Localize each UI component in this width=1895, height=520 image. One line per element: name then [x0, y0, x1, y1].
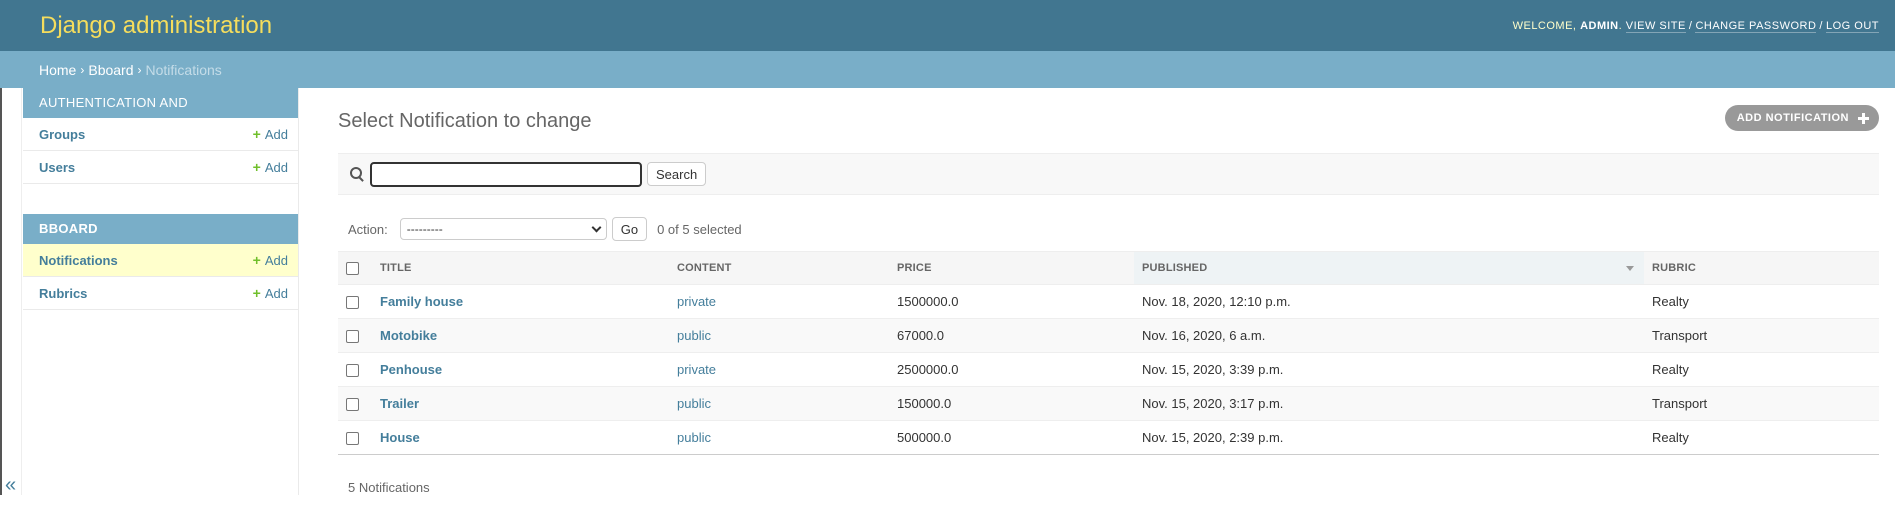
row-rubric: Realty — [1644, 420, 1879, 455]
sidebar-item-label[interactable]: Rubrics — [39, 286, 87, 301]
header: Django administration Welcome, admin. Vi… — [0, 0, 1895, 51]
select-all-header — [338, 251, 372, 285]
add-notification-link[interactable]: + Add — [253, 252, 288, 268]
nav-sidebar: Authentication and Authorization Groups … — [23, 88, 299, 495]
column-header-published[interactable]: Published — [1134, 251, 1644, 285]
row-title-link[interactable]: Motobike — [380, 328, 437, 343]
row-published: Nov. 15, 2020, 3:39 p.m. — [1134, 352, 1644, 387]
breadcrumb-home[interactable]: Home — [39, 62, 76, 78]
plus-icon — [1857, 112, 1869, 124]
search-icon — [350, 167, 364, 181]
welcome-text: Welcome, — [1512, 19, 1577, 32]
user-tools: Welcome, admin. View site / Change passwor… — [1512, 19, 1879, 33]
sidebar-item-label[interactable]: Notifications — [39, 253, 118, 268]
column-header-content[interactable]: Content — [669, 251, 889, 285]
row-content-link[interactable]: private — [677, 362, 716, 377]
row-price: 2500000.0 — [889, 352, 1134, 387]
row-content-link[interactable]: private — [677, 294, 716, 309]
sidebar-item-notifications: Notifications + Add — [23, 244, 298, 277]
table-row: Trailer public 150000.0 Nov. 15, 2020, 3… — [338, 386, 1879, 421]
breadcrumb: Home › Bboard › Notifications — [0, 51, 1895, 88]
search-input[interactable] — [370, 161, 642, 187]
row-checkbox[interactable] — [346, 296, 359, 310]
module-bboard: Bboard Notifications + Add Rubrics + Add — [23, 214, 298, 310]
sidebar-item-rubrics: Rubrics + Add — [23, 277, 298, 310]
row-published: Nov. 16, 2020, 6 a.m. — [1134, 318, 1644, 353]
plus-icon: + — [252, 159, 261, 175]
breadcrumb-current: Notifications — [145, 61, 222, 78]
search-button[interactable]: Search — [647, 162, 707, 186]
row-checkbox[interactable] — [346, 364, 359, 378]
view-site-link[interactable]: View site — [1625, 19, 1686, 33]
sort-desc-icon[interactable] — [1626, 266, 1634, 271]
row-checkbox[interactable] — [346, 432, 359, 446]
action-label: Action: — [348, 221, 388, 237]
plus-icon: + — [252, 285, 261, 301]
module-caption[interactable]: Authentication and Authorization — [23, 88, 298, 140]
site-brand[interactable]: Django administration — [40, 12, 272, 40]
main-content: Select Notification to change Add notifi… — [338, 88, 1879, 520]
row-published: Nov. 15, 2020, 3:17 p.m. — [1134, 386, 1644, 421]
collapse-sidebar-icon[interactable]: « — [5, 475, 16, 495]
actions-bar: Action: --------- Go 0 of 5 selected — [338, 207, 1879, 251]
row-rubric: Realty — [1644, 284, 1879, 319]
column-header-title[interactable]: Title — [372, 251, 669, 285]
breadcrumb-separator: › — [80, 62, 85, 77]
table-row: House public 500000.0 Nov. 15, 2020, 2:3… — [338, 420, 1879, 455]
column-header-rubric[interactable]: Rubric — [1644, 251, 1879, 285]
breadcrumb-separator: › — [137, 62, 142, 77]
add-rubric-link[interactable]: + Add — [253, 285, 288, 301]
add-group-link[interactable]: + Add — [253, 126, 288, 142]
row-title-link[interactable]: House — [380, 430, 420, 445]
row-price: 67000.0 — [889, 318, 1134, 353]
paginator: 5 Notifications — [348, 480, 430, 495]
row-price: 1500000.0 — [889, 284, 1134, 319]
add-user-link[interactable]: + Add — [253, 159, 288, 175]
plus-icon: + — [252, 252, 261, 268]
search-toolbar: Search — [338, 153, 1879, 195]
change-password-link[interactable]: Change password — [1695, 19, 1817, 33]
row-rubric: Transport — [1644, 318, 1879, 353]
go-button[interactable]: Go — [611, 217, 648, 241]
breadcrumb-app[interactable]: Bboard — [88, 62, 133, 78]
row-rubric: Realty — [1644, 352, 1879, 387]
row-title-link[interactable]: Family house — [380, 294, 463, 309]
table-row: Motobike public 67000.0 Nov. 16, 2020, 6… — [338, 318, 1879, 353]
sidebar-toggle-strip: « — [0, 88, 22, 495]
row-content-link[interactable]: public — [677, 328, 711, 343]
selection-counter: 0 of 5 selected — [657, 221, 742, 237]
table-row: Penhouse private 2500000.0 Nov. 15, 2020… — [338, 352, 1879, 387]
row-checkbox[interactable] — [346, 330, 359, 344]
results-table: Title Content Price Published Rubric Fam… — [338, 251, 1879, 455]
row-checkbox[interactable] — [346, 398, 359, 412]
row-rubric: Transport — [1644, 386, 1879, 421]
plus-icon: + — [252, 126, 261, 142]
select-all-checkbox[interactable] — [346, 261, 359, 275]
sidebar-item-users: Users + Add — [23, 151, 298, 184]
row-content-link[interactable]: public — [677, 430, 711, 445]
sidebar-item-label[interactable]: Users — [39, 160, 75, 175]
row-published: Nov. 18, 2020, 12:10 p.m. — [1134, 284, 1644, 319]
module-caption[interactable]: Bboard — [23, 214, 298, 244]
logout-link[interactable]: Log out — [1825, 19, 1879, 33]
add-notification-button[interactable]: Add notification — [1724, 105, 1879, 131]
username: admin — [1580, 19, 1619, 32]
chevron-down-icon — [591, 222, 602, 232]
row-content-link[interactable]: public — [677, 396, 711, 411]
table-header-row: Title Content Price Published Rubric — [338, 251, 1879, 285]
sidebar-item-label[interactable]: Groups — [39, 127, 85, 142]
page-title: Select Notification to change — [338, 110, 592, 132]
column-header-price[interactable]: Price — [889, 251, 1134, 285]
action-select[interactable]: --------- — [399, 218, 607, 240]
row-title-link[interactable]: Penhouse — [380, 362, 442, 377]
row-price: 150000.0 — [889, 386, 1134, 421]
row-published: Nov. 15, 2020, 2:39 p.m. — [1134, 420, 1644, 455]
table-row: Family house private 1500000.0 Nov. 18, … — [338, 284, 1879, 319]
row-price: 500000.0 — [889, 420, 1134, 455]
row-title-link[interactable]: Trailer — [380, 396, 419, 411]
module-auth: Authentication and Authorization Groups … — [23, 88, 298, 184]
